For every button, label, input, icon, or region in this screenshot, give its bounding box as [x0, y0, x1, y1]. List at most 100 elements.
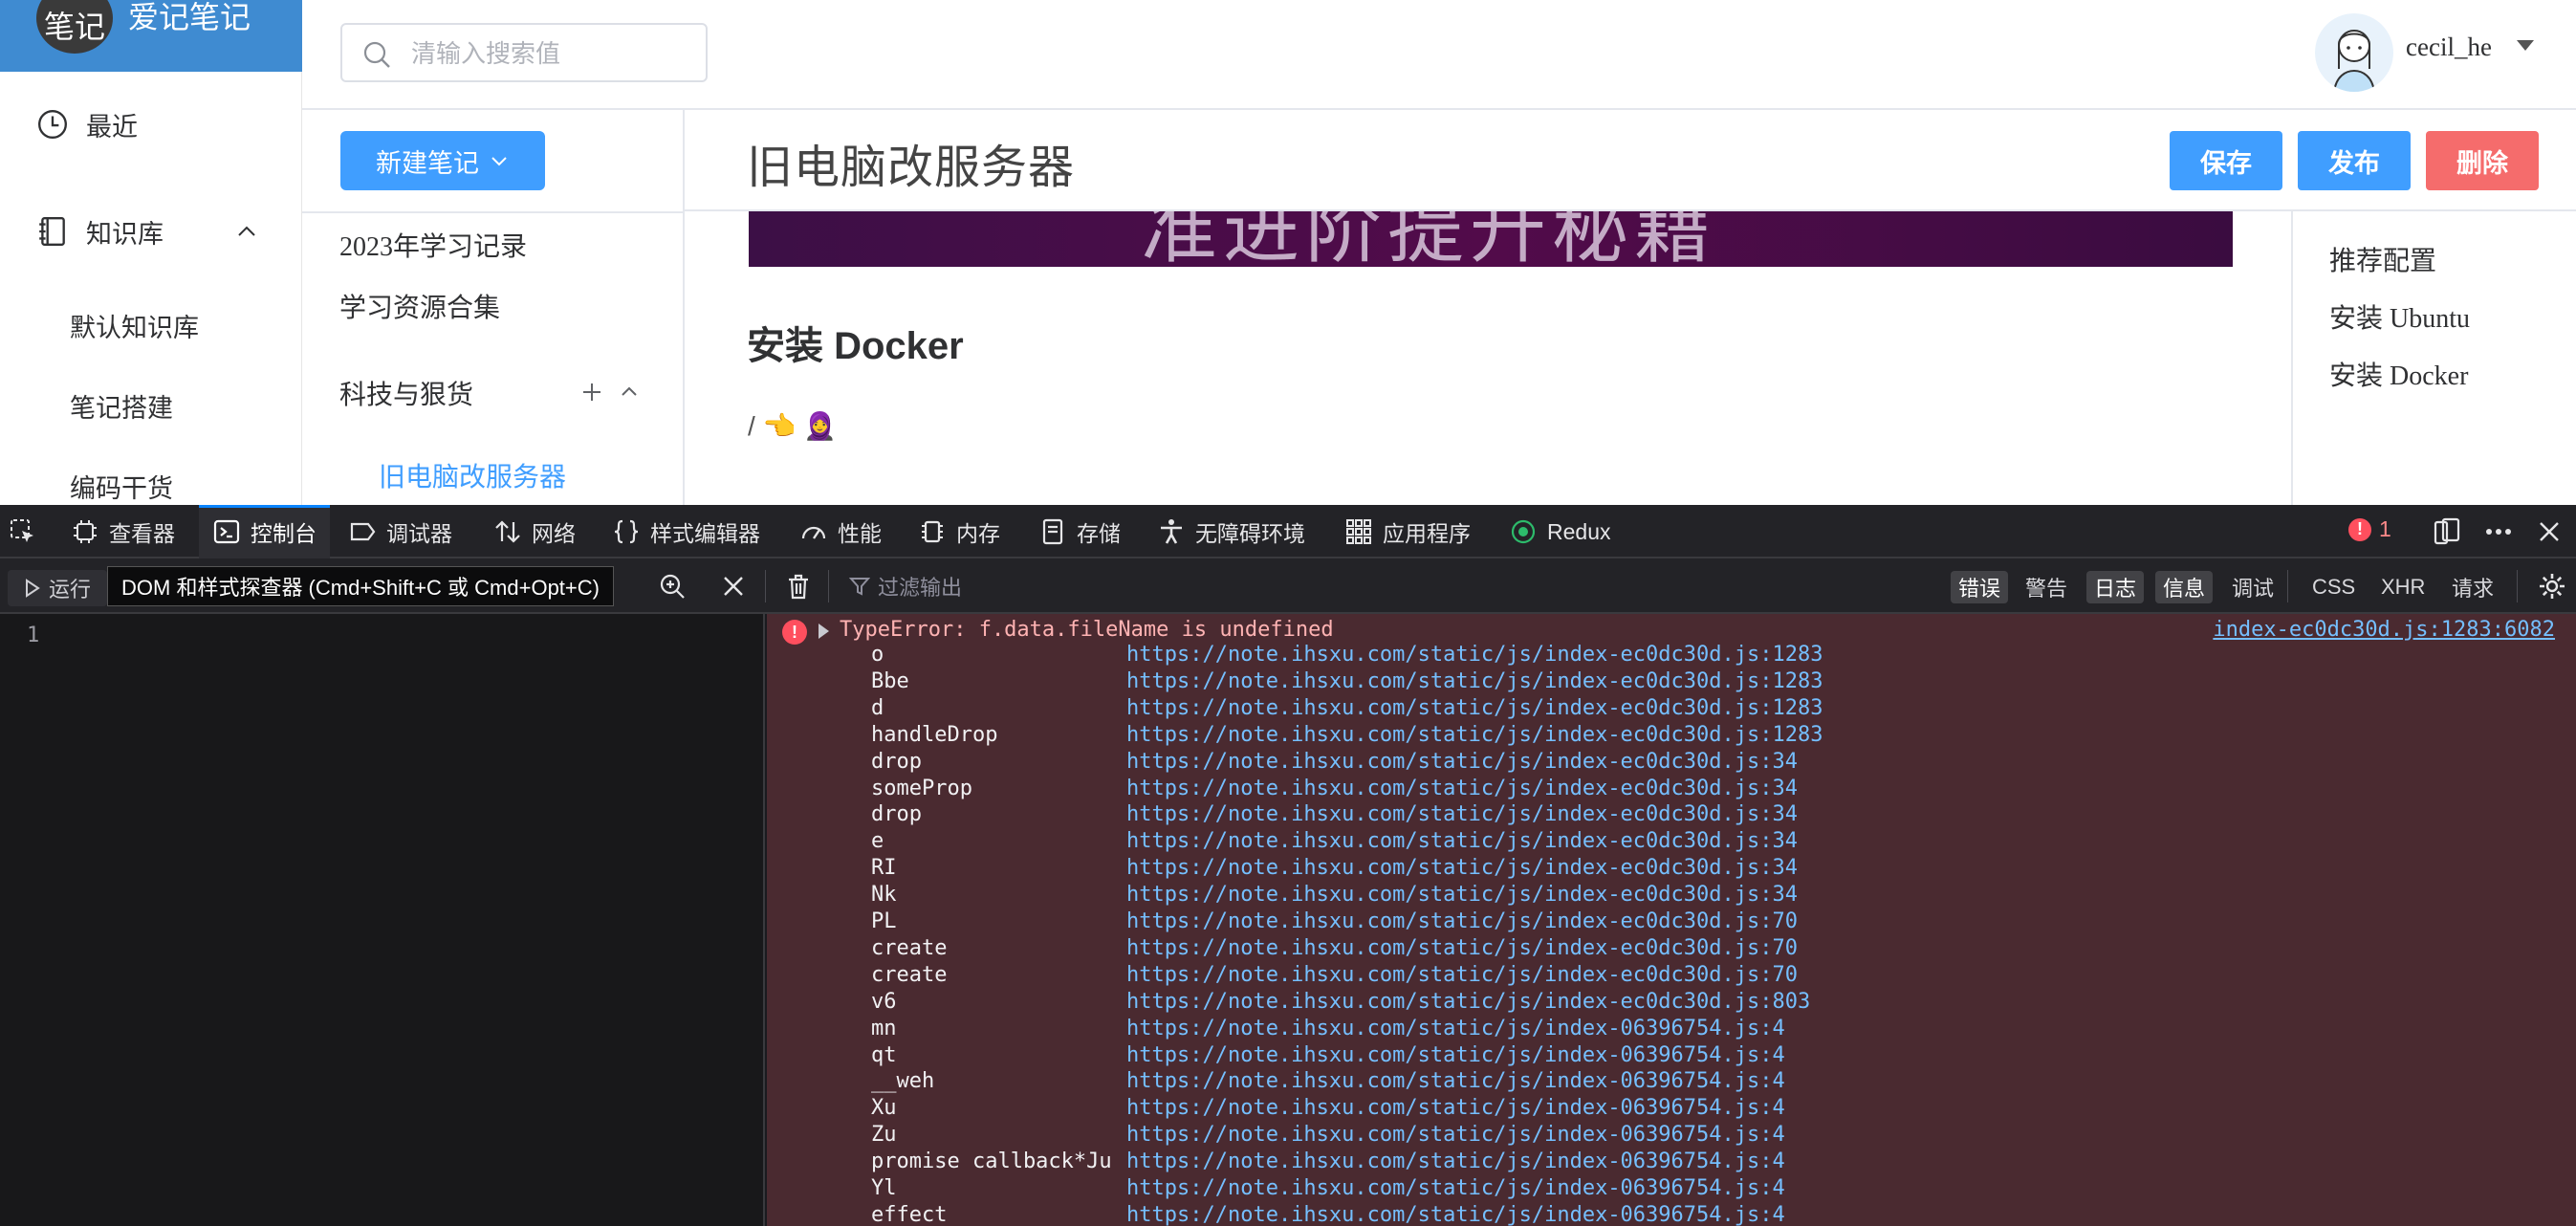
search-input[interactable] — [409, 33, 696, 75]
frame-url-link[interactable]: https://note.ihsxu.com/static/js/index-e… — [1126, 909, 1798, 933]
stack-frame[interactable]: create https://note.ihsxu.com/static/js/i… — [767, 936, 2576, 963]
expand-triangle-icon[interactable] — [819, 624, 829, 639]
stack-frame[interactable]: Nk https://note.ihsxu.com/static/js/index… — [767, 883, 2576, 909]
filter-css[interactable]: CSS — [2304, 571, 2363, 603]
tab-performance[interactable]: 性能 — [799, 505, 882, 558]
toc-item[interactable]: 推荐配置 — [2329, 240, 2436, 278]
sidebar-item-knowledge-base[interactable]: 知识库 — [0, 203, 302, 260]
save-button[interactable]: 保存 — [2170, 131, 2282, 190]
stack-frame[interactable]: Zu https://note.ihsxu.com/static/js/index… — [767, 1123, 2576, 1149]
chevron-up-icon[interactable] — [233, 218, 260, 245]
frame-url-link[interactable]: https://note.ihsxu.com/static/js/index-e… — [1126, 963, 1798, 987]
tree-item-2023-study[interactable]: 2023年学习记录 — [339, 226, 527, 264]
tree-item-old-pc-server[interactable]: 旧电脑改服务器 — [379, 456, 566, 494]
search-icon[interactable] — [658, 572, 687, 601]
level-errors[interactable]: 错误 — [1951, 571, 2009, 603]
error-location-link[interactable]: index-ec0dc30d.js:1283:6082 — [2213, 618, 2555, 642]
new-note-button[interactable]: 新建笔记 — [340, 131, 545, 190]
frame-url-link[interactable]: https://note.ihsxu.com/static/js/index-e… — [1126, 750, 1798, 774]
app-logo[interactable]: 笔记 — [36, 0, 113, 54]
frame-url-link[interactable]: https://note.ihsxu.com/static/js/index-e… — [1126, 802, 1798, 826]
stack-frame[interactable]: d https://note.ihsxu.com/static/js/index-… — [767, 696, 2576, 723]
frame-url-link[interactable]: https://note.ihsxu.com/static/js/index-e… — [1126, 990, 1810, 1014]
gear-icon[interactable] — [2538, 572, 2566, 601]
tab-console[interactable]: 控制台 — [199, 505, 330, 558]
frame-url-link[interactable]: https://note.ihsxu.com/static/js/index-e… — [1126, 723, 1823, 747]
tab-accessibility[interactable]: 无障碍环境 — [1157, 505, 1305, 558]
sidebar-item-recent[interactable]: 最近 — [0, 96, 302, 153]
level-debug[interactable]: 调试 — [2224, 571, 2281, 603]
stack-frame[interactable]: qt https://note.ihsxu.com/static/js/index… — [767, 1043, 2576, 1070]
frame-url-link[interactable]: https://note.ihsxu.com/static/js/index-e… — [1126, 829, 1798, 853]
filter-requests[interactable]: 请求 — [2444, 571, 2501, 603]
stack-frame[interactable]: mn https://note.ihsxu.com/static/js/index… — [767, 1017, 2576, 1043]
frame-url-link[interactable]: https://note.ihsxu.com/static/js/index-e… — [1126, 643, 1823, 667]
stack-frame[interactable]: someProp https://note.ihsxu.com/static/js… — [767, 777, 2576, 803]
chevron-up-icon[interactable] — [618, 380, 641, 403]
frame-url-link[interactable]: https://note.ihsxu.com/static/js/index-0… — [1126, 1069, 1785, 1093]
stack-frame[interactable]: __weh https://note.ihsxu.com/static/js/in… — [767, 1069, 2576, 1096]
frame-url-link[interactable]: https://note.ihsxu.com/static/js/index-0… — [1126, 1149, 1785, 1173]
frame-url-link[interactable]: https://note.ihsxu.com/static/js/index-0… — [1126, 1043, 1785, 1067]
sidebar-item-note-building[interactable]: 笔记搭建 — [0, 377, 302, 434]
stack-frame[interactable]: effect https://note.ihsxu.com/static/js/i… — [767, 1203, 2576, 1226]
frame-url-link[interactable]: https://note.ihsxu.com/static/js/index-0… — [1126, 1017, 1785, 1040]
avatar[interactable] — [2315, 13, 2393, 92]
frame-url-link[interactable]: https://note.ihsxu.com/static/js/index-0… — [1126, 1123, 1785, 1147]
level-logs[interactable]: 日志 — [2086, 571, 2145, 603]
frame-url-link[interactable]: https://note.ihsxu.com/static/js/index-e… — [1126, 936, 1798, 960]
tab-memory[interactable]: 内存 — [918, 505, 1000, 558]
tab-debugger[interactable]: 调试器 — [348, 505, 452, 558]
filter-output[interactable]: 过滤输出 — [849, 568, 962, 604]
stack-frame[interactable]: Bbe https://note.ihsxu.com/static/js/inde… — [767, 669, 2576, 696]
element-picker-button[interactable] — [0, 505, 46, 558]
js-input-editor[interactable]: 1 — [0, 614, 765, 1226]
frame-url-link[interactable]: https://note.ihsxu.com/static/js/index-e… — [1126, 696, 1823, 720]
plus-icon[interactable] — [579, 380, 604, 405]
trash-icon[interactable] — [784, 572, 813, 601]
stack-frame[interactable]: create https://note.ihsxu.com/static/js/i… — [767, 963, 2576, 990]
stack-frame[interactable]: Xu https://note.ihsxu.com/static/js/index… — [767, 1096, 2576, 1123]
stack-frame[interactable]: RI https://note.ihsxu.com/static/js/index… — [767, 856, 2576, 883]
search-box[interactable] — [340, 23, 708, 82]
editor-line[interactable]: / 👈 🧕 — [748, 410, 837, 442]
stack-frame[interactable]: drop https://note.ihsxu.com/static/js/ind… — [767, 750, 2576, 777]
frame-url-link[interactable]: https://note.ihsxu.com/static/js/index-e… — [1126, 856, 1798, 880]
stack-frame[interactable]: PL https://note.ihsxu.com/static/js/index… — [767, 909, 2576, 936]
error-counter[interactable]: ! 1 — [2348, 516, 2391, 542]
responsive-design-icon[interactable] — [2432, 516, 2462, 547]
level-warnings[interactable]: 警告 — [2018, 571, 2075, 603]
frame-url-link[interactable]: https://note.ihsxu.com/static/js/index-0… — [1126, 1096, 1785, 1120]
frame-url-link[interactable]: https://note.ihsxu.com/static/js/index-0… — [1126, 1176, 1785, 1200]
caret-down-icon[interactable] — [2517, 40, 2534, 51]
frame-url-link[interactable]: https://note.ihsxu.com/static/js/index-e… — [1126, 777, 1798, 800]
tab-inspector[interactable]: 查看器 — [57, 505, 188, 558]
toc-item[interactable]: 安装 Docker — [2329, 355, 2468, 393]
publish-button[interactable]: 发布 — [2298, 131, 2411, 190]
run-button[interactable]: 运行 — [8, 570, 107, 606]
stack-frame[interactable]: e https://note.ihsxu.com/static/js/index-… — [767, 829, 2576, 856]
delete-button[interactable]: 删除 — [2426, 131, 2539, 190]
stack-frame[interactable]: promise callback*Ju https://note.ihsxu.co… — [767, 1149, 2576, 1176]
tab-style-editor[interactable]: 样式编辑器 — [612, 505, 760, 558]
document-editor[interactable]: 准进阶提升秘籍 安装 Docker / 👈 🧕 — [685, 211, 2293, 505]
frame-url-link[interactable]: https://note.ihsxu.com/static/js/index-0… — [1126, 1203, 1785, 1226]
level-info[interactable]: 信息 — [2155, 571, 2214, 603]
tab-application[interactable]: 应用程序 — [1344, 505, 1471, 558]
close-icon[interactable] — [719, 572, 748, 601]
page-title[interactable]: 旧电脑改服务器 — [747, 129, 1075, 196]
stack-frame[interactable]: handleDrop https://note.ihsxu.com/static/… — [767, 723, 2576, 750]
filter-xhr[interactable]: XHR — [2373, 571, 2433, 603]
stack-frame[interactable]: drop https://note.ihsxu.com/static/js/ind… — [767, 802, 2576, 829]
more-options-icon[interactable] — [2483, 516, 2514, 547]
tree-item-resources[interactable]: 学习资源合集 — [339, 287, 500, 325]
frame-url-link[interactable]: https://note.ihsxu.com/static/js/index-e… — [1126, 883, 1798, 907]
toc-item[interactable]: 安装 Ubuntu — [2329, 297, 2470, 336]
frame-url-link[interactable]: https://note.ihsxu.com/static/js/index-e… — [1126, 669, 1823, 693]
tab-network[interactable]: 网络 — [493, 505, 576, 558]
stack-frame[interactable]: Yl https://note.ihsxu.com/static/js/index… — [767, 1176, 2576, 1203]
close-icon[interactable] — [2534, 516, 2565, 547]
stack-frame[interactable]: v6 https://note.ihsxu.com/static/js/index… — [767, 990, 2576, 1017]
stack-frame[interactable]: o https://note.ihsxu.com/static/js/index-… — [767, 643, 2576, 669]
sidebar-item-default-kb[interactable]: 默认知识库 — [0, 296, 302, 354]
